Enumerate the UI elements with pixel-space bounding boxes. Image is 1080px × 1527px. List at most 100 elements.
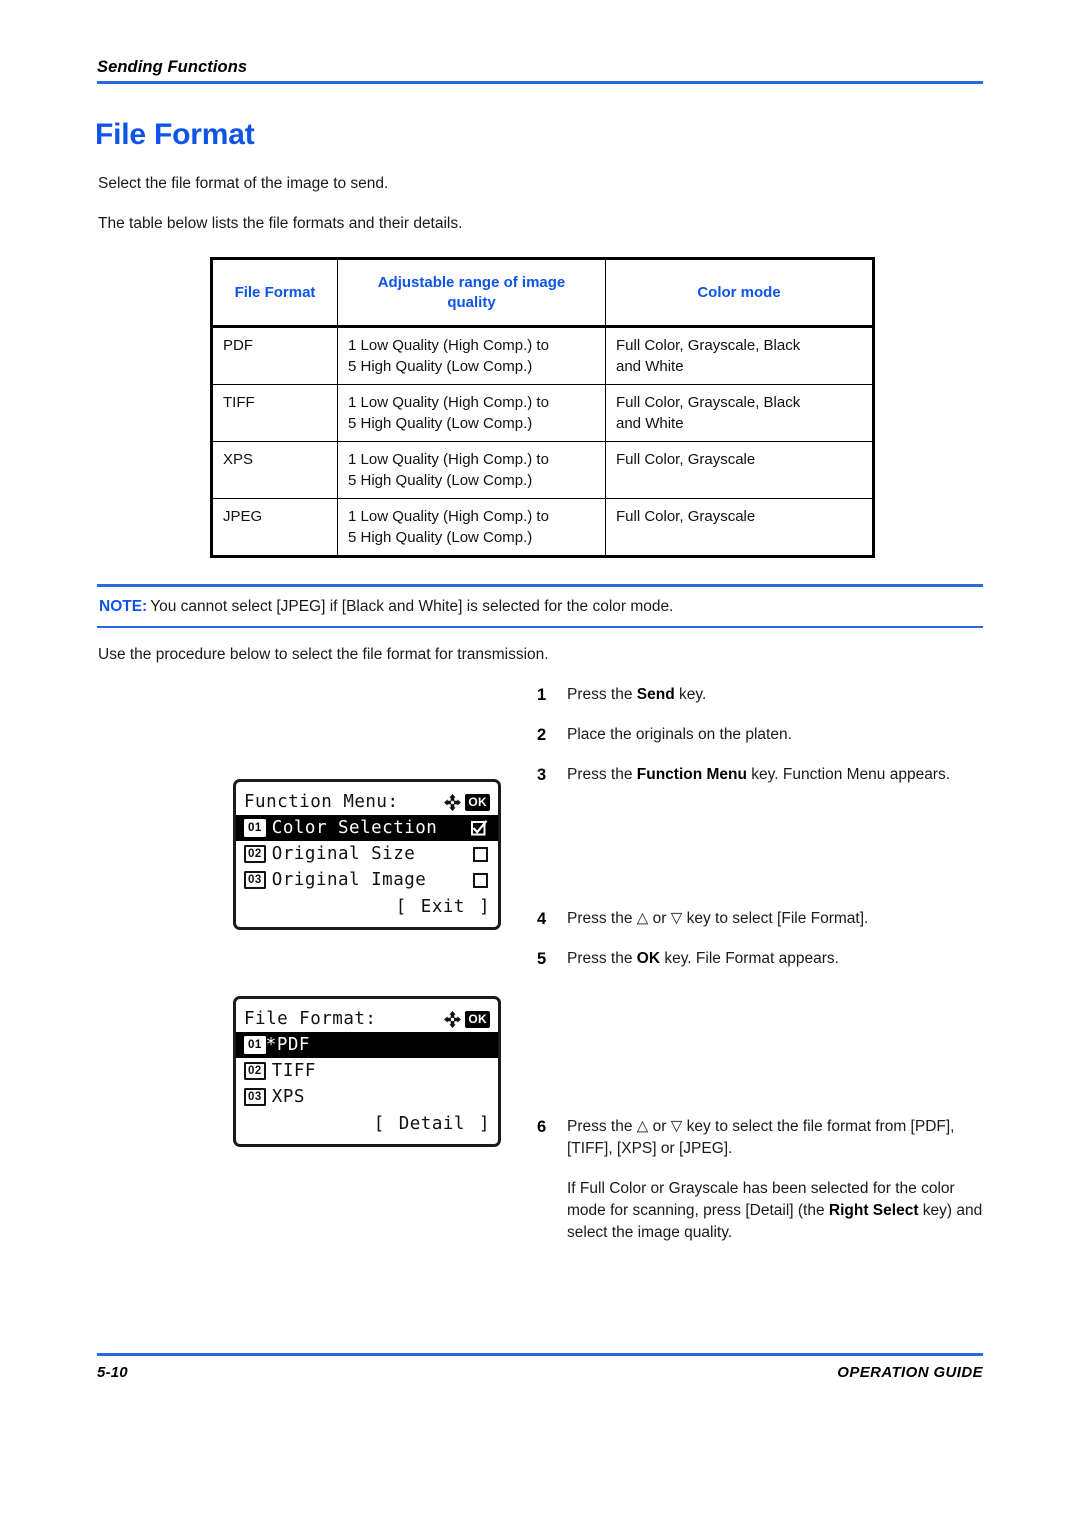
ok-badge-icon: OK	[465, 793, 490, 811]
lcd-item-label: Original Image	[271, 870, 427, 890]
lcd-title-row: Function Menu: OK	[236, 789, 498, 815]
layout-spacer	[537, 804, 989, 908]
file-format-table-container: File Format Adjustable range of image qu…	[210, 257, 875, 558]
lcd-nav-icons: OK	[444, 1010, 490, 1028]
step-number: 5	[537, 950, 547, 968]
step-5: 5 Press the OK key. File Format appears.	[537, 948, 989, 970]
layout-spacer	[537, 988, 989, 1116]
softkey-right-bracket: ]	[478, 1114, 490, 1134]
step-number: 3	[537, 766, 547, 784]
step-1: 1 Press the Send key.	[537, 684, 989, 706]
step-text: Press the OK key. File Format appears.	[567, 948, 989, 970]
lcd-softkey-row: [ Exit ]	[236, 893, 498, 921]
lcd-title-row: File Format: OK	[236, 1006, 498, 1032]
lcd-list-item[interactable]: 02 TIFF	[236, 1058, 498, 1084]
step-4: 4 Press the △ or ▽ key to select [File F…	[537, 908, 989, 930]
cell-line: 1 Low Quality (High Comp.) to	[348, 394, 549, 411]
cell-quality-range: 1 Low Quality (High Comp.) to 5 High Qua…	[337, 384, 606, 442]
page-title: File Format	[95, 118, 255, 151]
cell-line: 5 High Quality (Low Comp.)	[348, 415, 533, 432]
step-key-name: Send	[636, 686, 675, 703]
column-header-adjustable-range: Adjustable range of image quality	[337, 258, 606, 328]
lcd-list-item[interactable]: 03 XPS	[236, 1084, 498, 1110]
dpad-icon	[444, 1010, 462, 1028]
page-footer: 5-10 OPERATION GUIDE	[97, 1353, 983, 1381]
softkey-left-bracket: [	[395, 897, 407, 917]
lcd-item-index: 01	[244, 1036, 266, 1054]
lcd-item-index: 03	[244, 1088, 266, 1106]
lcd-screen-file-format: File Format: OK 01 *PDF 02 TIFF 03 XPS […	[233, 996, 501, 1147]
intro-paragraph-2: The table below lists the file formats a…	[98, 215, 463, 232]
step-number: 6	[537, 1118, 547, 1136]
lcd-list-item[interactable]: 01 *PDF	[236, 1032, 498, 1058]
checkbox-empty-icon	[473, 872, 488, 888]
step-text-after: key. File Format appears.	[660, 950, 839, 967]
cell-line: 5 High Quality (Low Comp.)	[348, 529, 533, 546]
step-text: Press the Send key.	[567, 684, 989, 706]
arrow-up-icon: △	[636, 1117, 649, 1135]
running-header-section: Sending Functions	[97, 58, 248, 76]
step-text-after: key. Function Menu appears.	[746, 766, 951, 783]
lcd-item-label: TIFF	[271, 1061, 316, 1081]
column-header-file-format: File Format	[211, 258, 338, 328]
cell-format: XPS	[211, 441, 338, 499]
step-text-main: Press the △ or ▽ key to select the file …	[567, 1116, 989, 1160]
footer-row: 5-10 OPERATION GUIDE	[97, 1364, 983, 1381]
step-2: 2 Place the originals on the platen.	[537, 724, 989, 746]
document-page: Sending Functions File Format Select the…	[0, 0, 1080, 1527]
lcd-item-index: 01	[244, 819, 266, 837]
cell-color-mode: Full Color, Grayscale	[605, 441, 874, 499]
softkey-detail-button[interactable]: Detail	[385, 1114, 479, 1134]
step-number: 4	[537, 910, 547, 928]
step-text-mid: or	[648, 1118, 671, 1135]
lcd-item-index: 02	[244, 1062, 266, 1080]
header-divider	[97, 81, 983, 84]
note-text: You cannot select [JPEG] if [Black and W…	[150, 597, 674, 615]
step-text-after: key to select [File Format].	[682, 910, 869, 927]
cell-quality-range: 1 Low Quality (High Comp.) to 5 High Qua…	[337, 326, 606, 385]
running-header: Sending Functions	[97, 57, 983, 84]
step-text-after: key.	[674, 686, 707, 703]
checkbox-checked-icon	[471, 820, 488, 836]
lcd-list-item[interactable]: 01 Color Selection	[236, 815, 498, 841]
cell-color-mode: Full Color, Grayscale, Black and White	[605, 326, 874, 385]
cell-line: Full Color, Grayscale, Black	[616, 394, 801, 411]
lcd-title: Function Menu:	[244, 792, 399, 812]
checkbox-empty-icon	[473, 846, 488, 862]
cell-line: 5 High Quality (Low Comp.)	[348, 472, 533, 489]
table-row: JPEG 1 Low Quality (High Comp.) to 5 Hig…	[211, 498, 874, 557]
step-3: 3 Press the Function Menu key. Function …	[537, 764, 989, 786]
cell-format: TIFF	[211, 384, 338, 442]
lcd-list-item[interactable]: 03 Original Image	[236, 867, 498, 893]
cell-line: Full Color, Grayscale, Black	[616, 337, 801, 354]
note-block: NOTE: You cannot select [JPEG] if [Black …	[97, 584, 983, 628]
lcd-item-label: *PDF	[265, 1035, 310, 1055]
table-row: XPS 1 Low Quality (High Comp.) to 5 High…	[211, 441, 874, 499]
step-key-name: Function Menu	[636, 766, 747, 783]
lcd-screen-function-menu: Function Menu: OK 01 Color Selection 02 …	[233, 779, 501, 930]
cell-line: and White	[616, 415, 684, 432]
step-text-before: Press the	[567, 766, 637, 783]
lcd-item-label: Color Selection	[271, 818, 438, 838]
lcd-list-item[interactable]: 02 Original Size	[236, 841, 498, 867]
arrow-down-icon: ▽	[670, 1117, 683, 1135]
lcd-title: File Format:	[244, 1009, 377, 1029]
lcd-item-index: 03	[244, 871, 266, 889]
note-bottom-divider	[97, 625, 983, 628]
cell-line: and White	[616, 358, 684, 375]
cell-format: PDF	[211, 326, 338, 385]
ok-badge-icon: OK	[465, 1010, 490, 1028]
cell-line: 1 Low Quality (High Comp.) to	[348, 508, 549, 525]
lcd-item-index: 02	[244, 845, 266, 863]
cell-line: Full Color, Grayscale	[616, 508, 756, 525]
note-label: NOTE:	[99, 597, 148, 615]
arrow-down-icon: ▽	[670, 909, 683, 927]
softkey-exit-button[interactable]: Exit	[407, 897, 479, 917]
step-text-mid: or	[648, 910, 671, 927]
cell-format: JPEG	[211, 498, 338, 557]
step-text-before: Press the	[567, 910, 637, 927]
cell-line: 1 Low Quality (High Comp.) to	[348, 451, 549, 468]
column-header-line-2: quality	[447, 293, 496, 311]
step-text-before: Press the	[567, 1118, 637, 1135]
cell-color-mode: Full Color, Grayscale	[605, 498, 874, 557]
